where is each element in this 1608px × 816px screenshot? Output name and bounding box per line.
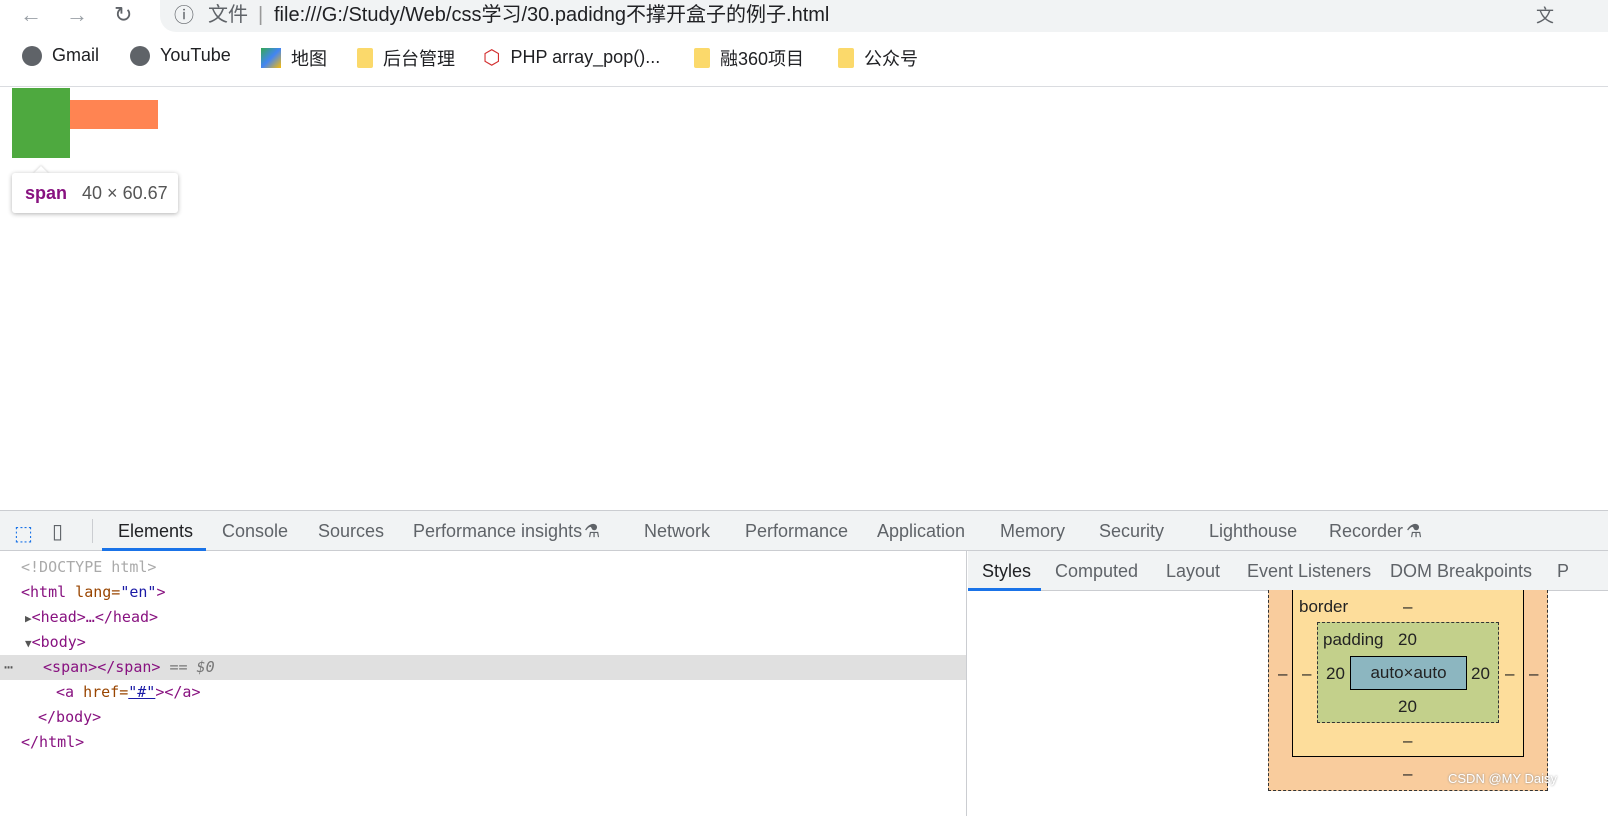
reload-icon[interactable]: ↻ — [114, 2, 132, 28]
device-toolbar-icon[interactable]: ▯ — [52, 519, 63, 544]
inspect-tooltip: span 40 × 60.67 — [12, 173, 178, 213]
dom-tree: <!DOCTYPE html> <html lang="en"> ▶<head>… — [0, 551, 967, 816]
bookmark-rong360[interactable]: 融360项目 — [694, 45, 804, 71]
tooltip-tag: span — [25, 183, 68, 203]
tab-dom-breakpoints[interactable]: DOM Breakpoints — [1390, 561, 1532, 582]
tab-sources[interactable]: Sources — [318, 521, 384, 542]
bookmark-youtube[interactable]: YouTube — [130, 45, 231, 66]
watermark: CSDN @MY Daisy — [1448, 771, 1558, 786]
link-element[interactable] — [70, 100, 158, 129]
expand-triangle-icon: ▶ — [25, 612, 32, 625]
body-close-node[interactable]: </body> — [38, 705, 101, 730]
globe-icon — [22, 45, 42, 66]
collapse-triangle-icon: ▼ — [25, 637, 32, 650]
tooltip-size: 40 × 60.67 — [82, 183, 168, 203]
bookmark-label: 公众号 — [864, 49, 918, 69]
html-node[interactable]: <html lang="en"> — [21, 580, 166, 605]
border-label: border — [1299, 597, 1349, 616]
content-box[interactable]: auto×auto — [1350, 656, 1467, 690]
forward-icon[interactable]: → — [66, 2, 88, 28]
tab-performance[interactable]: Performance — [745, 521, 848, 542]
tab-elements[interactable]: Elements — [118, 521, 193, 542]
bookmark-label: Gmail — [52, 45, 100, 65]
devtools-tabs: ⬚ ▯ Elements Console Sources Performance… — [0, 511, 1608, 551]
flask-icon: ⚗ — [1406, 521, 1423, 541]
tab-event-listeners[interactable]: Event Listeners — [1247, 561, 1371, 582]
tab-layout[interactable]: Layout — [1166, 561, 1220, 582]
margin-left-value[interactable]: – — [1278, 664, 1287, 684]
bookmark-admin[interactable]: 后台管理 — [357, 45, 455, 71]
info-icon[interactable]: ⓘ — [174, 2, 194, 30]
border-left-value[interactable]: – — [1302, 664, 1311, 684]
php-icon: ⬡ — [483, 47, 501, 69]
border-top-value[interactable]: – — [1403, 597, 1412, 617]
span-element-highlight — [12, 88, 70, 158]
tab-console[interactable]: Console — [222, 521, 288, 542]
globe-icon — [130, 45, 150, 66]
url-scheme-label: 文件 — [208, 4, 248, 26]
a-node[interactable]: <a href="#"></a> — [56, 680, 201, 705]
folder-icon — [694, 48, 710, 68]
padding-label: padding — [1323, 630, 1384, 649]
bookmark-php[interactable]: ⬡ PHP array_pop()... — [483, 45, 660, 70]
tooltip-arrow — [33, 158, 49, 174]
bookmark-label: 后台管理 — [383, 49, 455, 69]
folder-icon — [838, 48, 854, 68]
active-tab-indicator — [968, 588, 1041, 591]
bookmark-label: 融360项目 — [720, 49, 805, 69]
address-bar[interactable]: ⓘ 文件 | file:///G:/Study/Web/css学习/30.pad… — [160, 0, 1608, 32]
html-close-node[interactable]: </html> — [21, 730, 84, 755]
bookmark-label: 地图 — [291, 49, 327, 69]
tab-memory[interactable]: Memory — [1000, 521, 1065, 542]
tab-properties[interactable]: P — [1557, 561, 1569, 582]
bookmark-label: YouTube — [160, 45, 231, 65]
tab-computed[interactable]: Computed — [1055, 561, 1138, 582]
tab-application[interactable]: Application — [877, 521, 965, 542]
head-node[interactable]: ▶<head>…</head> — [25, 605, 158, 630]
span-node-selected[interactable]: ⋯ <span></span> == $0 — [0, 655, 966, 680]
bookmark-maps[interactable]: 地图 — [261, 45, 327, 71]
doctype-node[interactable]: <!DOCTYPE html> — [21, 555, 156, 580]
tab-security[interactable]: Security — [1099, 521, 1164, 542]
back-icon[interactable]: ← — [20, 2, 42, 28]
border-bottom-value[interactable]: – — [1403, 731, 1412, 751]
more-icon: ⋯ — [4, 658, 14, 676]
sidebar-tabs: Styles Computed Layout Event Listeners D… — [968, 551, 1608, 591]
padding-bottom-value[interactable]: 20 — [1398, 697, 1417, 717]
translate-icon[interactable]: 文 — [1536, 2, 1554, 30]
folder-icon — [357, 48, 373, 68]
divider — [0, 86, 1608, 87]
inspect-element-icon[interactable]: ⬚ — [14, 521, 33, 546]
tab-lighthouse[interactable]: Lighthouse — [1209, 521, 1297, 542]
flask-icon: ⚗ — [584, 521, 601, 541]
bookmark-label: PHP array_pop()... — [510, 47, 661, 67]
tab-performance-insights[interactable]: Performance insights — [413, 521, 582, 542]
url-text[interactable]: file:///G:/Study/Web/css学习/30.padidng不撑开… — [274, 1, 829, 29]
tab-styles[interactable]: Styles — [982, 561, 1031, 582]
body-node[interactable]: ▼<body> — [25, 630, 86, 655]
border-right-value[interactable]: – — [1505, 664, 1514, 684]
tab-network[interactable]: Network — [644, 521, 710, 542]
padding-top-value[interactable]: 20 — [1398, 630, 1417, 650]
margin-right-value[interactable]: – — [1529, 664, 1538, 684]
padding-left-value[interactable]: 20 — [1326, 664, 1345, 684]
tab-recorder[interactable]: Recorder — [1329, 521, 1403, 542]
margin-bottom-value[interactable]: – — [1403, 764, 1412, 784]
bookmark-wechat[interactable]: 公众号 — [838, 45, 918, 71]
maps-icon — [261, 48, 281, 68]
bookmark-gmail[interactable]: Gmail — [22, 45, 99, 66]
padding-right-value[interactable]: 20 — [1471, 664, 1490, 684]
